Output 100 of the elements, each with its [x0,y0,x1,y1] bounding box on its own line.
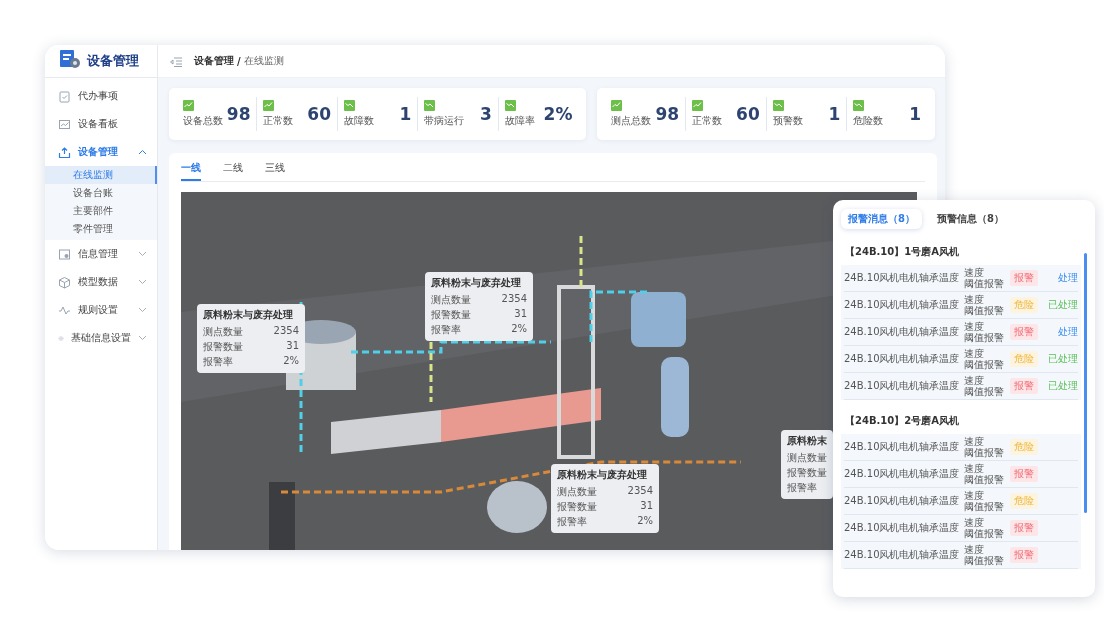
trend-down-icon [504,100,516,111]
menu-label: 设备管理 [78,145,119,159]
document-gear-icon [59,49,81,69]
callout-label: 报警数量 [203,340,243,354]
callout-label: 报警率 [431,323,461,337]
alert-rule: 阈值报警 [963,305,1004,316]
tray-upload-icon [58,145,71,159]
stat-value: 1 [828,104,841,124]
callout-value: 2% [283,355,299,368]
alert-type: 速度 [963,517,984,528]
stat-value: 2% [543,104,573,124]
breadcrumb-item: 在线监测 [243,54,284,68]
trend-down-icon [424,100,436,111]
tab[interactable]: 二线 [223,161,243,181]
alert-name: 24B.10风机电机轴承温度 [844,494,960,508]
stat-value: 98 [226,104,251,124]
callout-value: 2354 [273,325,299,338]
trend-down-icon [853,100,865,111]
stat-label: 带病运行 [424,114,465,128]
callout-title: 原料粉末与废弃处理 [431,276,522,290]
severity-label: 报警 [1009,466,1038,482]
callout-label: 测点数量 [787,451,827,465]
stat-value: 60 [736,104,760,124]
sidebar-item[interactable]: 设备看板 [45,110,157,138]
stat-label: 正常数 [263,114,294,128]
callout-value: 31 [514,308,527,321]
alert-name: 24B.10风机电机轴承温度 [844,440,960,454]
alert-name: 24B.10风机电机轴承温度 [844,271,960,285]
severity-label: 危险 [1009,439,1038,455]
callout-label: 测点数量 [431,293,471,307]
alert-type: 速度 [963,375,984,386]
severity-label: 报警 [1009,378,1038,394]
alert-rule: 阈值报警 [963,501,1004,512]
stat-label: 设备总数 [183,114,223,128]
stat-value: 3 [480,104,492,124]
callout-label: 报警率 [203,355,233,369]
sidebar-item[interactable]: 基础信息设置 [45,324,157,352]
trend-up-icon [183,100,194,111]
callout-label: 报警数量 [787,466,827,480]
sidebar-item[interactable]: 设备管理 [45,138,157,166]
stat-label: 故障率 [504,114,535,128]
tab[interactable]: 一线 [181,161,201,181]
stat-label: 测点总数 [611,114,652,128]
callout-label: 报警率 [787,481,817,495]
callout-value: 2354 [627,485,653,498]
alert-name: 24B.10风机电机轴承温度 [844,298,960,312]
severity-label: 报警 [1009,547,1038,563]
alert-rule: 阈值报警 [963,555,1004,566]
alert-type: 速度 [963,436,984,447]
trend-down-icon [343,100,355,111]
stat-label: 正常数 [692,114,723,128]
stat-value: 1 [399,104,412,124]
callout-title: 原料粉末与废弃处理 [203,308,294,322]
submenu-item[interactable]: 设备台账 [45,184,157,202]
menu-label: 代办事项 [78,89,119,103]
sidebar-item[interactable]: 模型数据 [45,268,157,296]
cube-icon [58,275,71,289]
alert-name: 24B.10风机电机轴承温度 [844,548,960,562]
menu-fold-icon [170,56,182,67]
severity-label: 危险 [1009,351,1038,367]
alert-name: 24B.10风机电机轴承温度 [844,467,960,481]
group-title: 【24B.10】2号磨A风机 [844,414,960,428]
severity-label: 报警 [1009,520,1038,536]
menu-label: 基础信息设置 [71,331,131,345]
menu-label: 信息管理 [78,247,119,261]
callout-label: 报警数量 [431,308,471,322]
severity-label: 危险 [1009,493,1038,509]
submenu-item[interactable]: 主要部件 [45,202,157,220]
callout-label: 报警数量 [557,500,597,514]
sidebar-item[interactable]: 代办事项 [45,82,157,110]
submenu-item[interactable]: 零件管理 [45,220,157,238]
alert-name: 24B.10风机电机轴承温度 [844,325,960,339]
stat-value: 1 [909,104,921,124]
menu-label: 模型数据 [78,275,119,289]
stat-label: 危险数 [853,114,884,128]
severity-label: 报警 [1009,270,1038,286]
sidebar-item[interactable]: 信息管理 [45,240,157,268]
chart-board-icon [58,117,71,131]
stat-value: 60 [307,104,331,124]
scrollbar[interactable] [1084,253,1087,513]
submenu-item[interactable]: 在线监测 [45,166,157,184]
trend-up-icon [692,100,704,111]
alert-name: 24B.10风机电机轴承温度 [844,379,960,393]
alert-rule: 阈值报警 [963,474,1004,485]
breadcrumb-item[interactable]: 设备管理 [194,54,234,68]
callout-value: 31 [640,500,653,513]
stat-value: 98 [655,104,680,124]
alert-type: 速度 [963,348,984,359]
image-card-icon [58,247,71,261]
severity-label: 报警 [1009,324,1038,340]
stat-label: 预警数 [772,114,803,128]
tab[interactable]: 报警消息（8） [841,209,922,229]
sidebar-item[interactable]: 规则设置 [45,296,157,324]
callout-label: 测点数量 [203,325,243,339]
callout-label: 报警率 [557,515,587,529]
callout-title: 原料粉末与废弃处理 [557,468,648,482]
trend-up-icon [263,100,275,111]
tab[interactable]: 三线 [265,161,285,181]
alert-type: 速度 [963,463,984,474]
tab[interactable]: 预警信息（8） [929,209,1011,229]
